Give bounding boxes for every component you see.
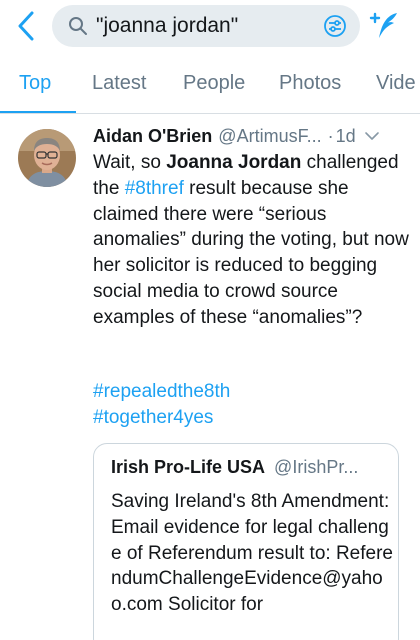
chevron-left-icon	[18, 11, 34, 41]
avatar[interactable]	[18, 129, 76, 187]
back-button[interactable]	[10, 8, 42, 44]
tweet-hashtags: #repealedthe8th #together4yes	[93, 379, 411, 431]
compose-icon	[369, 12, 397, 38]
quoted-author-handle: @IrishPr...	[274, 457, 359, 477]
search-icon	[69, 17, 87, 35]
tab-videos[interactable]: Vide	[376, 72, 416, 95]
separator-dot: ·	[327, 125, 334, 146]
avatar-image	[18, 129, 76, 187]
active-tab-indicator	[0, 111, 76, 113]
quoted-author-display-name: Irish Pro-Life USA	[111, 457, 266, 477]
quoted-tweet-header: Irish Pro-Life USA @IrishPr...	[111, 457, 391, 478]
tweet-text-segment: result because she claimed there were “s…	[93, 177, 409, 328]
author-display-name[interactable]: Aidan O'Brien	[93, 126, 212, 147]
tweet-timestamp: 1d	[335, 125, 356, 146]
hashtag-link[interactable]: #repealedthe8th	[93, 379, 411, 405]
compose-button[interactable]	[364, 6, 404, 46]
tab-people[interactable]: People	[183, 72, 245, 95]
tab-latest[interactable]: Latest	[92, 72, 146, 95]
chevron-down-icon[interactable]	[364, 128, 380, 144]
author-handle[interactable]: @ArtimusF...	[218, 126, 321, 147]
hashtag-link[interactable]: #8thref	[125, 178, 184, 199]
tab-top[interactable]: Top	[19, 72, 51, 95]
tweet-text-bold: Joanna Jordan	[166, 152, 302, 173]
tweet-header: Aidan O'Brien @ArtimusF... · 1d	[93, 123, 408, 149]
tweet-text: Wait, so Joanna Jordan challenged the #8…	[93, 150, 411, 331]
search-input[interactable]: "joanna jordan"	[52, 5, 360, 47]
search-tabs: Top Latest People Photos Vide	[0, 58, 420, 114]
tab-photos[interactable]: Photos	[279, 72, 341, 95]
search-query-text[interactable]: "joanna jordan"	[96, 14, 320, 38]
filter-button[interactable]	[320, 11, 350, 41]
search-header: "joanna jordan"	[0, 0, 420, 52]
tweet-text-segment: Wait, so	[93, 152, 167, 173]
hashtag-link[interactable]: #together4yes	[93, 405, 411, 431]
quoted-tweet-text: Saving Ireland's 8th Amendment: Email ev…	[111, 491, 393, 616]
filter-icon	[324, 15, 346, 37]
quoted-tweet-card[interactable]: Irish Pro-Life USA @IrishPr... Saving Ir…	[93, 443, 399, 640]
